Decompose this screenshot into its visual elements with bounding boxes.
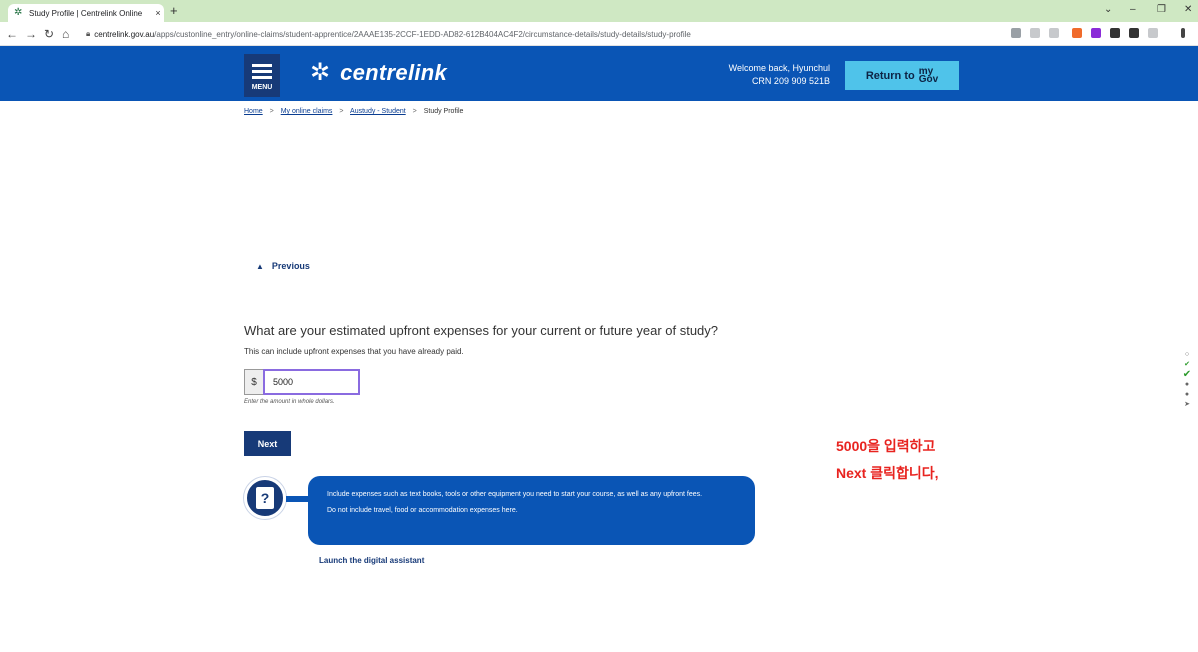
- expenses-amount-input[interactable]: [263, 369, 360, 395]
- currency-prefix: $: [244, 369, 263, 395]
- reading-list-icon[interactable]: [1148, 28, 1158, 38]
- extension-icon[interactable]: [1072, 28, 1082, 38]
- sidebar-icon[interactable]: [1129, 28, 1139, 38]
- previous-button[interactable]: ▲ Previous: [256, 261, 310, 271]
- step-dot-icon: ●: [1184, 381, 1190, 388]
- hamburger-icon: [252, 61, 272, 82]
- previous-label: Previous: [271, 261, 310, 271]
- lock-icon: 🔒︎: [86, 29, 91, 38]
- welcome-block: Welcome back, Hyunchul CRN 209 909 521B: [729, 62, 830, 88]
- extension-icon[interactable]: [1091, 28, 1101, 38]
- breadcrumb-my-online-claims[interactable]: My online claims: [281, 108, 333, 115]
- url-host: centrelink.gov.au: [94, 29, 155, 39]
- instruction-annotation: 5000을 입력하고 Next 클릭합니다,: [836, 433, 939, 487]
- annotation-line-2: Next 클릭합니다,: [836, 465, 939, 481]
- url-field[interactable]: 🔒︎ centrelink.gov.au /apps/custonline_en…: [86, 25, 986, 43]
- tab-search-icon[interactable]: ⌄: [1104, 4, 1112, 15]
- return-to-mygov-button[interactable]: Return to my Gov: [845, 61, 959, 90]
- amount-help-text: Enter the amount in whole dollars.: [244, 399, 335, 405]
- breadcrumb-austudy[interactable]: Austudy - Student: [350, 108, 406, 115]
- browser-tab[interactable]: ✲ Study Profile | Centrelink Online ×: [8, 4, 164, 22]
- amount-field-group: $: [244, 369, 360, 395]
- share-icon[interactable]: [1030, 28, 1040, 38]
- step-dot-icon: ●: [1184, 391, 1190, 398]
- logo-wordmark: centrelink: [340, 60, 448, 85]
- breadcrumb-home[interactable]: Home: [244, 108, 263, 115]
- step-empty-circle-icon: ○: [1184, 351, 1190, 358]
- home-icon[interactable]: ⌂: [62, 27, 69, 41]
- crn-text: CRN 209 909 521B: [751, 76, 830, 86]
- assistant-help-bubble: Include expenses such as text books, too…: [308, 476, 755, 545]
- step-check-icon: ✔: [1182, 369, 1192, 380]
- address-bar-row: ← → ↻ ⌂ 🔒︎ centrelink.gov.au /apps/custo…: [0, 22, 1198, 46]
- welcome-text: Welcome back, Hyunchul: [728, 63, 830, 73]
- mygov-bottom: Gov: [918, 73, 939, 85]
- assistant-help-line-2: Do not include travel, food or accommoda…: [327, 507, 518, 514]
- new-tab-button[interactable]: +: [170, 3, 178, 18]
- reload-icon[interactable]: ↻: [44, 27, 54, 41]
- browser-tab-bar: ✲ Study Profile | Centrelink Online × + …: [0, 0, 1198, 22]
- tab-title: Study Profile | Centrelink Online: [29, 8, 143, 18]
- launch-digital-assistant-link[interactable]: Launch the digital assistant: [319, 556, 424, 565]
- minimize-icon[interactable]: –: [1130, 4, 1136, 15]
- breadcrumb: Home > My online claims > Austudy - Stud…: [244, 108, 463, 115]
- question-heading: What are your estimated upfront expenses…: [244, 323, 719, 338]
- step-send-icon: ➤: [1184, 401, 1190, 408]
- digital-assistant-avatar[interactable]: ?: [244, 477, 286, 519]
- tab-close-icon[interactable]: ×: [152, 8, 164, 18]
- return-label: Return to: [865, 69, 915, 82]
- assistant-help-line-1: Include expenses such as text books, too…: [327, 491, 703, 498]
- breadcrumb-separator: >: [339, 108, 344, 115]
- puzzle-icon[interactable]: [1110, 28, 1120, 38]
- centrelink-favicon-icon: ✲: [14, 7, 23, 18]
- side-progress-indicator: ○ ✔ ✔ ● ● ➤: [1182, 350, 1192, 410]
- restore-icon[interactable]: ❐: [1157, 4, 1166, 15]
- breadcrumb-separator: >: [412, 108, 417, 115]
- menu-button[interactable]: MENU: [244, 54, 280, 97]
- mygov-logo: my Gov: [918, 66, 939, 85]
- url-path: /apps/custonline_entry/online-claims/stu…: [154, 29, 691, 39]
- bookmark-star-icon[interactable]: [1049, 28, 1059, 38]
- centrelink-star-icon: ✲: [310, 59, 331, 86]
- back-arrow-icon[interactable]: ←: [6, 27, 18, 41]
- close-window-icon[interactable]: ✕: [1184, 4, 1192, 15]
- breadcrumb-current: Study Profile: [423, 108, 464, 115]
- bubble-connector: [286, 496, 310, 502]
- next-button[interactable]: Next: [244, 431, 291, 456]
- forward-arrow-icon[interactable]: →: [25, 27, 37, 41]
- site-header: MENU ✲ centrelink Welcome back, Hyunchul…: [0, 46, 1198, 101]
- question-hint: This can include upfront expenses that y…: [244, 347, 464, 356]
- menu-label: MENU: [251, 83, 273, 91]
- chevron-up-icon: ▲: [256, 261, 264, 271]
- centrelink-logo[interactable]: ✲ centrelink: [310, 60, 447, 86]
- help-book-icon: ?: [256, 487, 274, 509]
- breadcrumb-separator: >: [269, 108, 274, 115]
- annotation-line-1: 5000을 입력하고: [836, 438, 936, 454]
- translate-icon[interactable]: [1011, 28, 1021, 38]
- kebab-menu-icon[interactable]: [1181, 28, 1185, 38]
